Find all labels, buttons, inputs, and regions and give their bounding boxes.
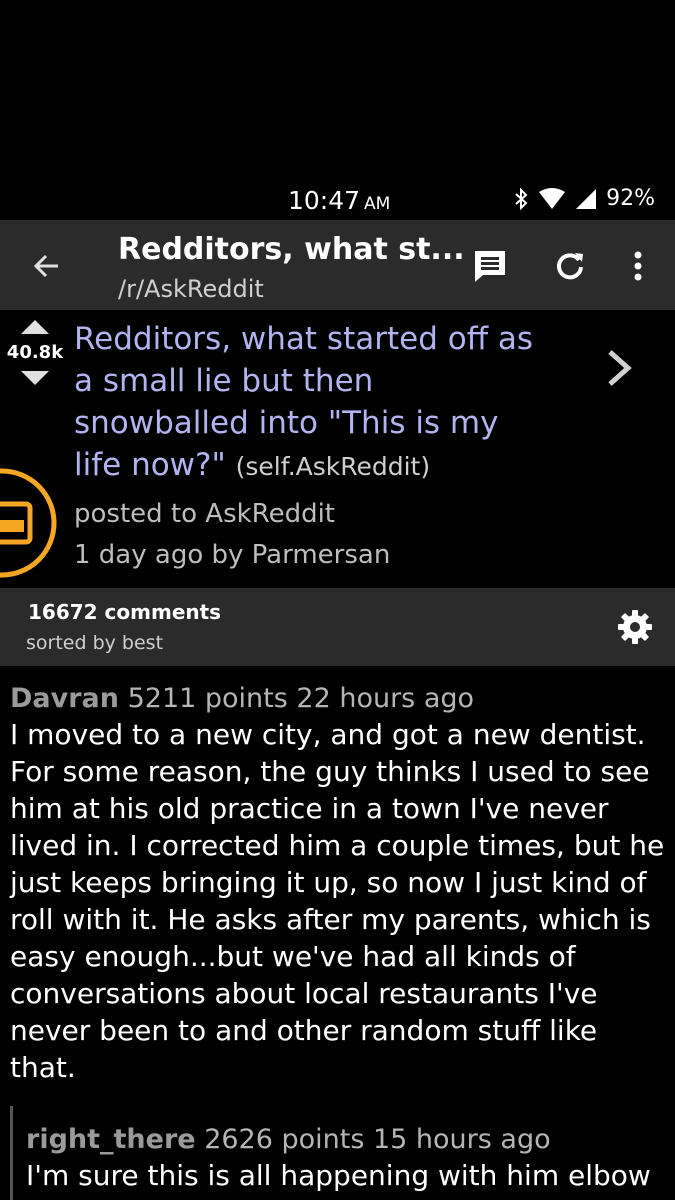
bluetooth-icon	[514, 187, 528, 210]
post-age-author: 1 day ago by Parmersan	[74, 540, 391, 570]
status-time: 10:47 AM	[288, 186, 391, 215]
post-meta: posted to AskReddit 1 day ago by Parmers…	[74, 494, 390, 576]
self-post-thumbnail-icon[interactable]	[0, 468, 58, 578]
comment-reply[interactable]: right_there 2626 points 15 hours ago I'm…	[26, 1124, 671, 1194]
downvote-icon[interactable]	[21, 369, 49, 385]
gear-icon[interactable]	[617, 609, 653, 645]
comment-body: I'm sure this is all happening with him …	[26, 1159, 651, 1192]
status-bar: 10:47 AM 92%	[0, 0, 675, 220]
comment-body: I moved to a new city, and got a new den…	[10, 718, 665, 1084]
comment-item[interactable]: Davran 5211 points 22 hours ago I moved …	[10, 683, 665, 1086]
post-card[interactable]: 40.8k Redditors, what started off as a s…	[0, 310, 675, 588]
comments-sort[interactable]: sorted by best	[26, 632, 163, 654]
signal-icon	[576, 188, 597, 209]
reply-indent-line	[10, 1106, 13, 1200]
post-title[interactable]: Redditors, what started off as a small l…	[74, 318, 534, 488]
toolbar-title: Redditors, what st...	[118, 232, 465, 267]
comments-count: 16672 comments	[28, 600, 222, 624]
back-arrow-icon[interactable]	[30, 250, 62, 282]
status-icons: 92%	[514, 186, 655, 211]
comment-meta: right_there 2626 points 15 hours ago	[26, 1124, 551, 1155]
upvote-icon[interactable]	[21, 320, 49, 336]
toolbar: Redditors, what st... /r/AskReddit	[0, 220, 675, 310]
posted-to: posted to AskReddit	[74, 499, 335, 529]
comments-header: 16672 comments sorted by best	[0, 588, 675, 666]
chevron-right-icon[interactable]	[600, 348, 640, 388]
toolbar-subreddit[interactable]: /r/AskReddit	[118, 275, 264, 303]
post-score: 40.8k	[6, 342, 64, 363]
comment-author[interactable]: right_there	[26, 1124, 196, 1155]
wifi-icon	[538, 187, 566, 210]
vote-column: 40.8k	[0, 320, 70, 385]
post-domain: (self.AskReddit)	[235, 452, 431, 481]
comment-icon[interactable]	[472, 248, 508, 284]
refresh-icon[interactable]	[552, 248, 588, 284]
comment-meta: Davran 5211 points 22 hours ago	[10, 683, 475, 714]
comment-author[interactable]: Davran	[10, 683, 119, 714]
more-vert-icon[interactable]	[620, 248, 656, 284]
battery-text: 92%	[606, 186, 655, 211]
